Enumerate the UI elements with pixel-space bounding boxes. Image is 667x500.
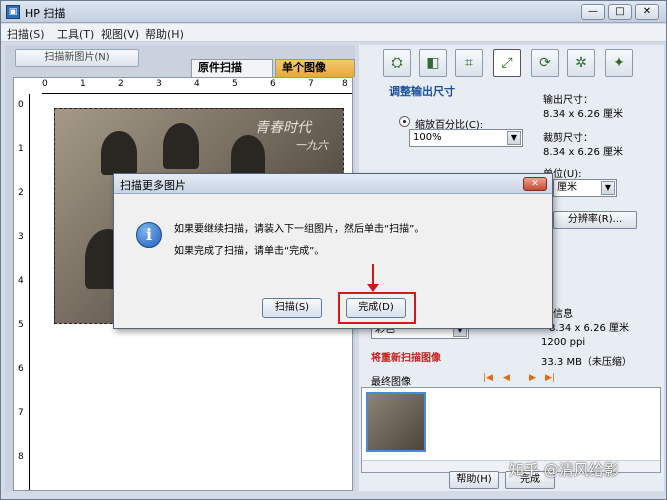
crop-size-label: 裁剪尺寸： [543,133,593,144]
ruler-tick: 4 [18,276,24,286]
help-button[interactable]: 帮助(H) [449,471,499,489]
last-page-icon[interactable]: ▶| [545,373,555,383]
section-title: 调整输出尺寸 [389,85,455,98]
ruler-tick: 0 [18,100,24,110]
ruler-vertical: 0 1 2 3 4 5 6 7 8 [14,94,30,490]
scale-radio[interactable] [399,116,410,127]
scale-value: 100% [413,132,442,143]
scale-select[interactable]: 100% ▼ [409,129,523,147]
ruler-tick: 1 [18,144,24,154]
ruler-tick: 8 [18,452,24,462]
unit-value: 厘米 [557,182,577,193]
watermark-text: 知乎 @清风给影 [509,461,619,479]
minimize-button[interactable]: — [581,4,605,20]
photo-figure [163,123,199,169]
tab-original-scan[interactable]: 原件扫描 [191,59,273,77]
menu-view[interactable]: 视图(V) [101,26,139,42]
output-size-value: 8.34 x 6.26 厘米 [543,109,623,120]
crop-icon[interactable]: ⌗ [455,49,483,77]
ruler-tick: 1 [80,79,86,89]
ruler-tick: 8 [342,79,348,89]
menu-bar: 扫描(S) 工具(T) 视图(V) 帮助(H) [1,24,666,42]
window-title: HP 扫描 [25,7,66,20]
ruler-horizontal: 0 1 2 3 4 5 6 7 8 [42,78,352,94]
next-page-icon[interactable]: ▶ [529,373,536,383]
menu-scan[interactable]: 扫描(S) [7,26,45,42]
info-resolution: 1200 ppi [541,337,586,348]
photo-figure [231,135,265,177]
chevron-down-icon: ▼ [601,181,615,195]
menu-help[interactable]: 帮助(H) [145,26,184,42]
dialog-close-button[interactable]: ✕ [523,177,547,191]
first-page-icon[interactable]: |◀ [483,373,493,383]
dialog-done-button[interactable]: 完成(D) [346,298,406,318]
info-label: 信息 [553,309,573,320]
maximize-button[interactable]: □ [608,4,632,20]
output-size-label: 输出尺寸： [543,95,593,106]
resize-icon[interactable]: ⤢ [493,49,521,77]
info-icon: i [136,222,162,248]
final-image-label: 最终图像 [371,377,411,388]
resolution-button[interactable]: 分辨率(R)... [553,211,637,229]
close-button[interactable]: ✕ [635,4,659,20]
thumbnail-image[interactable] [366,392,426,452]
ruler-tick: 3 [156,79,162,89]
ruler-tick: 6 [270,79,276,89]
ruler-tick: 0 [42,79,48,89]
ruler-tick: 3 [18,232,24,242]
chevron-down-icon: ▼ [507,131,521,145]
photo-figure [101,131,137,175]
dialog-message-finish: 如果完成了扫描，请单击“完成”。 [174,246,325,257]
scanner-tool-icon[interactable]: ⛭ [383,49,411,77]
ruler-tick: 6 [18,364,24,374]
crop-size-value: 8.34 x 6.26 厘米 [543,147,623,158]
ruler-tick: 4 [194,79,200,89]
color-adjust-icon[interactable]: ◧ [419,49,447,77]
info-size: 8.34 x 6.26 厘米 [549,323,629,334]
photo-caption: 青春时代 [255,120,311,136]
menu-tools[interactable]: 工具(T) [57,26,94,42]
dialog-title: 扫描更多图片 [120,179,186,192]
rescan-notice: 将重新扫描图像 [371,353,441,364]
tab-single-image[interactable]: 单个图像 [275,59,355,77]
auto-fix-icon[interactable]: ✦ [605,49,633,77]
color-balance-icon[interactable]: ✲ [567,49,595,77]
arrow-down-icon [367,264,379,292]
scanner-icon: ▣ [6,5,20,19]
unit-select[interactable]: 厘米 ▼ [553,179,617,197]
ruler-tick: 7 [308,79,314,89]
photo-caption: 一九六 [295,139,328,152]
scan-more-dialog: 扫描更多图片 ✕ i 如果要继续扫描，请装入下一组图片，然后单击“扫描”。 如果… [113,173,553,329]
dialog-scan-button[interactable]: 扫描(S) [262,298,322,318]
ruler-tick: 5 [18,320,24,330]
rotate-icon[interactable]: ⟳ [531,49,559,77]
info-filesize: 33.3 MB（未压缩） [541,357,632,368]
ruler-tick: 2 [118,79,124,89]
prev-page-icon[interactable]: ◀ [503,373,510,383]
ruler-tick: 7 [18,408,24,418]
dialog-message-continue: 如果要继续扫描，请装入下一组图片，然后单击“扫描”。 [174,224,425,235]
scan-new-button[interactable]: 扫描新图片(N) [15,49,139,67]
title-bar: ▣ HP 扫描 — □ ✕ [1,1,666,23]
dialog-title-bar: 扫描更多图片 ✕ [114,174,552,194]
ruler-tick: 2 [18,188,24,198]
app-window: ▣ HP 扫描 — □ ✕ 扫描(S) 工具(T) 视图(V) 帮助(H) 扫描… [0,0,667,500]
ruler-tick: 5 [232,79,238,89]
